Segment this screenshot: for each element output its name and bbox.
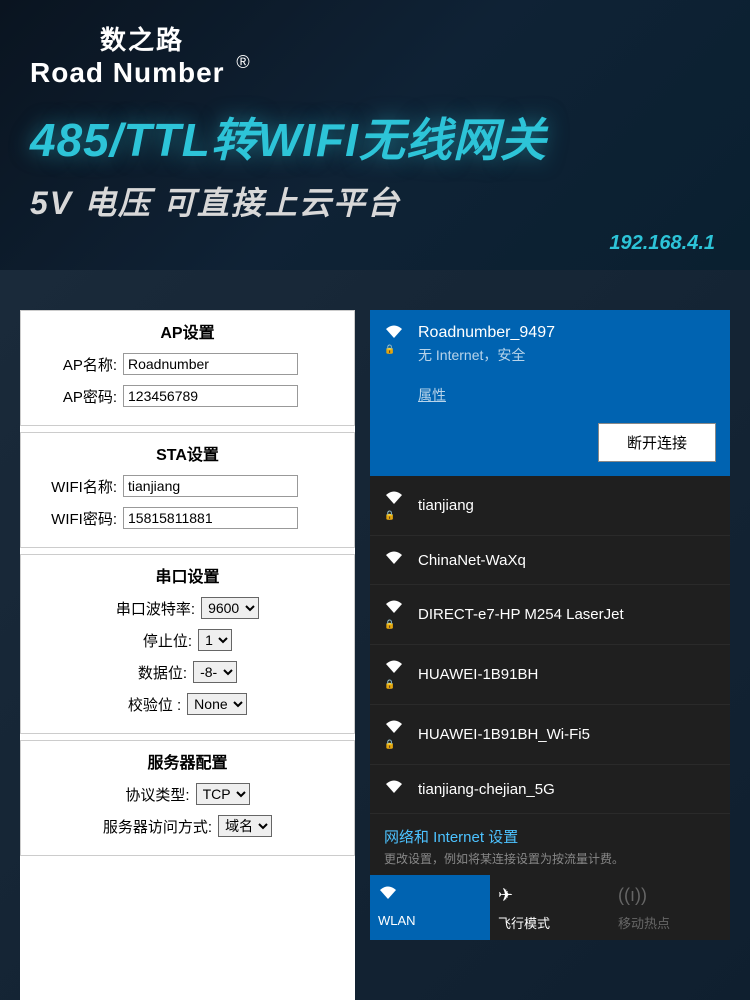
access-select[interactable]: 域名: [218, 815, 272, 837]
ap-name-input[interactable]: [123, 353, 298, 375]
airplane-tab[interactable]: ✈ 飞行模式: [490, 875, 610, 940]
product-title: 485/TTL转WIFI无线网关: [30, 104, 720, 170]
parity-label: 校验位 :: [128, 694, 187, 715]
settings-link[interactable]: 网络和 Internet 设置: [384, 826, 716, 847]
sta-title: STA设置: [33, 441, 342, 465]
wifi-icon: [384, 550, 406, 570]
wifi-icon: [384, 779, 406, 799]
data-label: 数据位:: [138, 662, 193, 683]
network-name: HUAWEI-1B91BH: [418, 666, 538, 683]
product-subtitle: 5V 电压 可直接上云平台: [30, 178, 720, 224]
stop-select[interactable]: 1: [198, 629, 232, 651]
wifi-secure-icon: 🔒: [384, 490, 406, 521]
properties-link[interactable]: 属性: [418, 385, 716, 405]
network-name: ChinaNet-WaXq: [418, 552, 526, 569]
data-select[interactable]: -8-: [193, 661, 237, 683]
logo-english: Road Number: [30, 57, 225, 88]
airplane-icon: ✈: [498, 885, 602, 905]
baud-label: 串口波特率:: [116, 598, 201, 619]
proto-select[interactable]: TCP: [196, 783, 250, 805]
network-name: tianjiang: [418, 497, 474, 514]
wifi-network-item[interactable]: ChinaNet-WaXq: [370, 536, 730, 585]
ap-section: AP设置 AP名称: AP密码:: [20, 310, 355, 426]
tab-label: 移动热点: [618, 913, 722, 932]
tab-label: 飞行模式: [498, 913, 602, 932]
wifi-secure-icon: 🔒: [384, 324, 406, 355]
promo-header: 数之路 Road Number ® 485/TTL转WIFI无线网关 5V 电压…: [0, 0, 750, 270]
stop-label: 停止位:: [143, 630, 198, 651]
ip-address: 192.168.4.1: [609, 232, 715, 255]
hotspot-icon: ((ı)): [618, 885, 722, 905]
ap-pwd-input[interactable]: [123, 385, 298, 407]
network-name: DIRECT-e7-HP M254 LaserJet: [418, 606, 624, 623]
sta-section: STA设置 WIFI名称: WIFI密码:: [20, 432, 355, 548]
ap-pwd-label: AP密码:: [33, 386, 123, 407]
wifi-pwd-label: WIFI密码:: [33, 508, 123, 529]
serial-section: 串口设置 串口波特率: 9600 停止位: 1 数据位: -8- 校验位 : N…: [20, 554, 355, 734]
access-label: 服务器访问方式:: [103, 816, 218, 837]
wifi-name-label: WIFI名称:: [33, 476, 123, 497]
wifi-network-item[interactable]: 🔒 tianjiang: [370, 476, 730, 536]
parity-select[interactable]: None: [187, 693, 247, 715]
wifi-secure-icon: 🔒: [384, 599, 406, 630]
baud-select[interactable]: 9600: [201, 597, 259, 619]
config-form: AP设置 AP名称: AP密码: STA设置 WIFI名称: WIFI密码: 串…: [20, 310, 355, 1000]
ap-name-label: AP名称:: [33, 354, 123, 375]
network-settings[interactable]: 网络和 Internet 设置 更改设置，例如将某连接设置为按流量计费。: [370, 814, 730, 875]
logo-chinese: 数之路: [100, 20, 720, 57]
quick-action-tabs: WLAN ✈ 飞行模式 ((ı)) 移动热点: [370, 875, 730, 940]
proto-label: 协议类型:: [125, 784, 195, 805]
wifi-flyout: 🔒 Roadnumber_9497 无 Internet，安全 属性 断开连接 …: [370, 310, 730, 1000]
wifi-secure-icon: 🔒: [384, 659, 406, 690]
serial-title: 串口设置: [33, 563, 342, 587]
wifi-network-item[interactable]: 🔒 DIRECT-e7-HP M254 LaserJet: [370, 585, 730, 645]
available-networks: 🔒 tianjiang ChinaNet-WaXq 🔒 DIRECT-e7-HP…: [370, 476, 730, 814]
connected-status: 无 Internet，安全: [418, 345, 555, 365]
network-name: HUAWEI-1B91BH_Wi-Fi5: [418, 726, 590, 743]
network-name: tianjiang-chejian_5G: [418, 781, 555, 798]
wifi-name-input[interactable]: [123, 475, 298, 497]
server-section: 服务器配置 协议类型: TCP 服务器访问方式: 域名: [20, 740, 355, 856]
ap-title: AP设置: [33, 319, 342, 343]
wifi-network-item[interactable]: 🔒 HUAWEI-1B91BH_Wi-Fi5: [370, 705, 730, 765]
wifi-icon: [378, 885, 482, 905]
wifi-network-item[interactable]: tianjiang-chejian_5G: [370, 765, 730, 814]
registered-mark: ®: [236, 52, 249, 73]
connected-network[interactable]: 🔒 Roadnumber_9497 无 Internet，安全 属性 断开连接: [370, 310, 730, 476]
settings-description: 更改设置，例如将某连接设置为按流量计费。: [384, 850, 716, 867]
wlan-tab[interactable]: WLAN: [370, 875, 490, 940]
server-title: 服务器配置: [33, 749, 342, 773]
wifi-pwd-input[interactable]: [123, 507, 298, 529]
disconnect-button[interactable]: 断开连接: [598, 423, 716, 462]
wifi-network-item[interactable]: 🔒 HUAWEI-1B91BH: [370, 645, 730, 705]
wifi-secure-icon: 🔒: [384, 719, 406, 750]
connected-name: Roadnumber_9497: [418, 324, 555, 342]
tab-label: WLAN: [378, 913, 482, 928]
hotspot-tab[interactable]: ((ı)) 移动热点: [610, 875, 730, 940]
brand-logo: 数之路 Road Number ®: [30, 20, 720, 89]
